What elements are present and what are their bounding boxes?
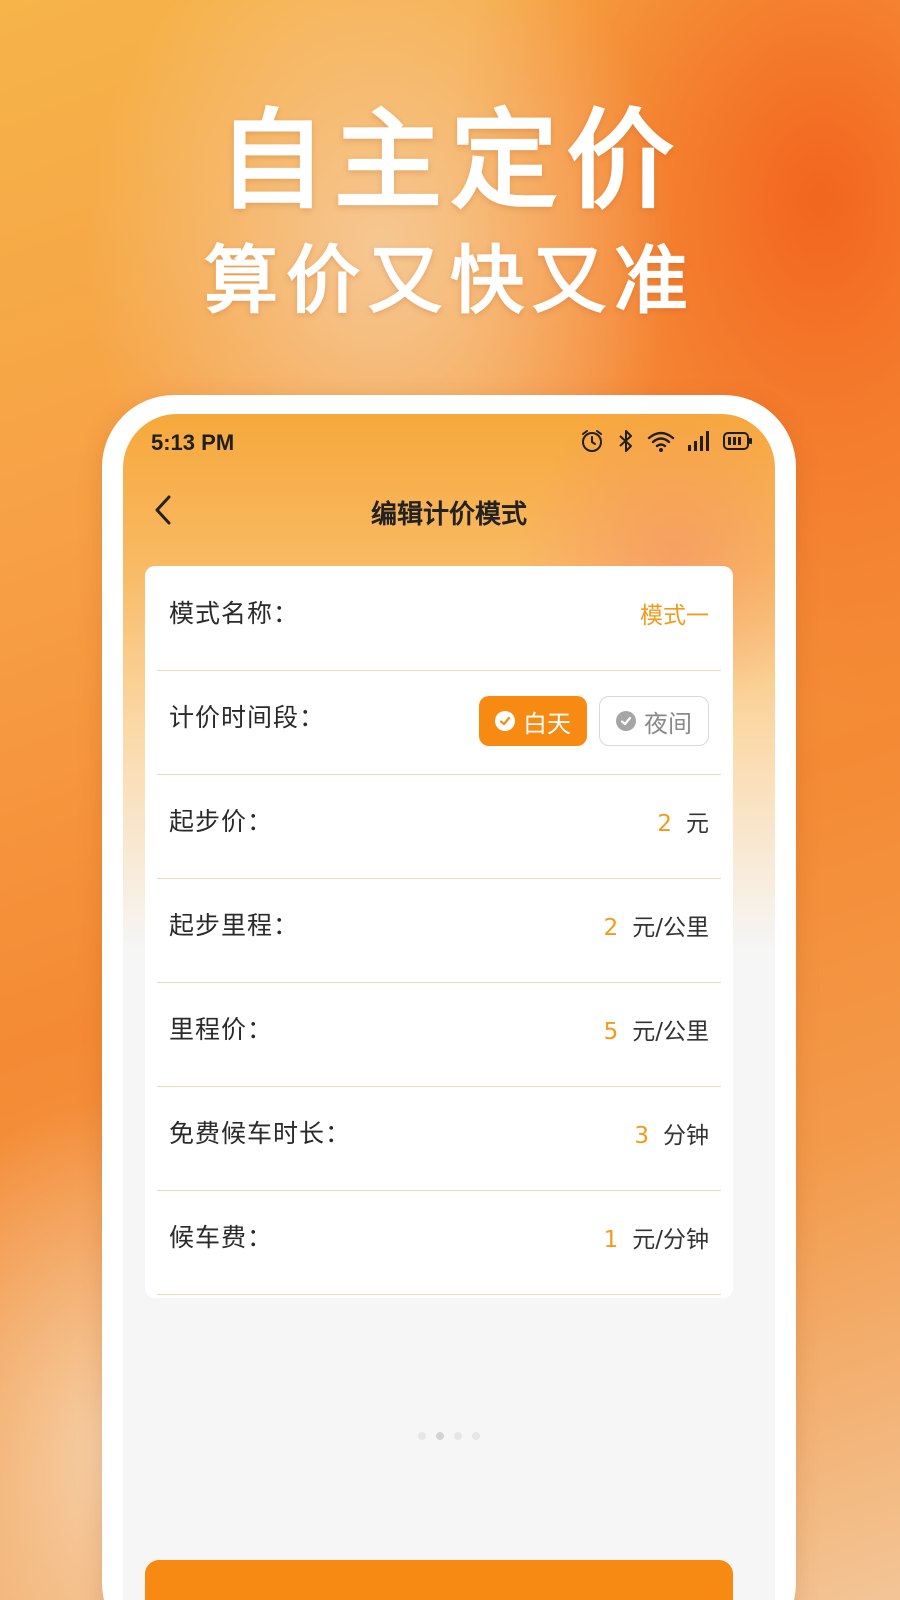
wifi-icon xyxy=(647,429,675,453)
check-circle-icon xyxy=(616,711,636,731)
wait-fee-row[interactable]: 候车费： 1 元/分钟 xyxy=(157,1190,721,1295)
page-indicator xyxy=(123,1432,775,1440)
signal-icon xyxy=(687,430,711,452)
phone-screen: 5:13 PM 编辑计价模式 模式名称： 模式一 计价时间段： 白天 夜间 起步… xyxy=(123,414,775,1600)
mode-name-row[interactable]: 模式名称： 模式一 xyxy=(157,566,721,671)
nav-bar: 编辑计价模式 xyxy=(123,484,775,540)
mileage-price-unit: 元/公里 xyxy=(632,1019,709,1045)
status-icons xyxy=(579,428,753,454)
start-mileage-row[interactable]: 起步里程： 2 元/公里 xyxy=(157,878,721,983)
free-wait-row[interactable]: 免费候车时长： 3 分钟 xyxy=(157,1086,721,1191)
save-button[interactable] xyxy=(145,1560,733,1600)
start-price-unit: 元 xyxy=(686,811,709,837)
mileage-price-value-group: 5 元/公里 xyxy=(604,1012,709,1046)
mode-name-label: 模式名称： xyxy=(169,599,300,628)
time-period-label: 计价时间段： xyxy=(169,703,326,732)
free-wait-label: 免费候车时长： xyxy=(169,1119,352,1148)
start-price-label: 起步价： xyxy=(169,807,274,836)
free-wait-unit: 分钟 xyxy=(663,1123,709,1149)
hero-subtitle: 算价又快又准 xyxy=(204,238,696,324)
hero-title: 自主定价 xyxy=(217,99,682,224)
page-dot xyxy=(454,1432,462,1440)
free-wait-input[interactable]: 3 xyxy=(634,1123,649,1149)
nighttime-option-label: 夜间 xyxy=(644,709,692,738)
page-dot-active xyxy=(436,1432,444,1440)
start-mileage-label: 起步里程： xyxy=(169,911,300,940)
daytime-option[interactable]: 白天 xyxy=(479,696,587,746)
promo-page: 自主定价 算价又快又准 5:13 PM 编辑计价模式 模式名称： 模式一 计价时… xyxy=(0,0,900,1600)
wait-fee-unit: 元/分钟 xyxy=(632,1227,709,1253)
nav-title: 编辑计价模式 xyxy=(370,500,527,530)
start-mileage-input[interactable]: 2 xyxy=(604,915,619,941)
battery-icon xyxy=(723,431,753,451)
time-period-toggle: 白天 夜间 xyxy=(479,696,709,746)
start-mileage-value-group: 2 元/公里 xyxy=(604,908,709,942)
start-mileage-unit: 元/公里 xyxy=(632,915,709,941)
mode-name-input[interactable]: 模式一 xyxy=(640,596,709,630)
pricing-form-card: 模式名称： 模式一 计价时间段： 白天 夜间 起步价： 2 元 起步里程： 2 … xyxy=(145,566,733,1298)
mode-name-value-group: 模式一 xyxy=(640,596,709,630)
status-time: 5:13 PM xyxy=(151,430,235,455)
wait-fee-input[interactable]: 1 xyxy=(604,1227,619,1253)
check-circle-icon xyxy=(495,711,515,731)
mileage-price-row[interactable]: 里程价： 5 元/公里 xyxy=(157,982,721,1087)
free-wait-value-group: 3 分钟 xyxy=(634,1116,709,1150)
status-bar: 5:13 PM xyxy=(123,414,775,474)
start-price-row[interactable]: 起步价： 2 元 xyxy=(157,774,721,879)
alarm-icon xyxy=(579,428,605,454)
mileage-price-input[interactable]: 5 xyxy=(604,1019,619,1045)
wait-fee-value-group: 1 元/分钟 xyxy=(604,1220,709,1254)
start-price-input[interactable]: 2 xyxy=(657,811,672,837)
wait-fee-label: 候车费： xyxy=(169,1223,274,1252)
daytime-option-label: 白天 xyxy=(523,709,571,738)
bluetooth-icon xyxy=(617,428,635,454)
mileage-price-label: 里程价： xyxy=(169,1015,274,1044)
start-price-value-group: 2 元 xyxy=(657,804,709,838)
time-period-row: 计价时间段： 白天 夜间 xyxy=(157,670,721,775)
page-dot xyxy=(472,1432,480,1440)
nighttime-option[interactable]: 夜间 xyxy=(599,696,709,746)
page-dot xyxy=(418,1432,426,1440)
